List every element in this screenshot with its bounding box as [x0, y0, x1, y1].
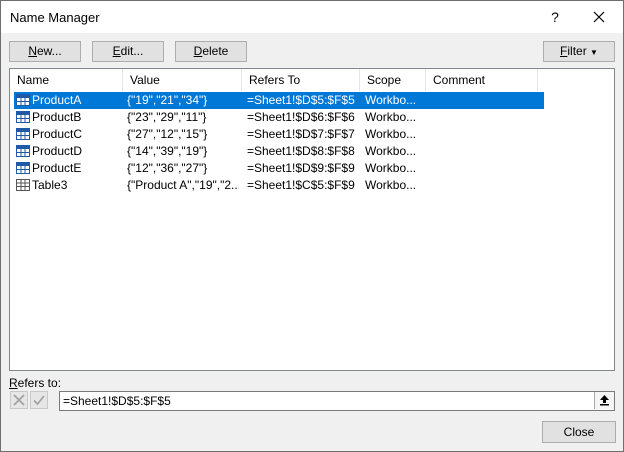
refers-to-input[interactable]: =Sheet1!$D$5:$F$5 — [59, 391, 615, 411]
dialog-title: Name Manager — [10, 10, 100, 25]
list-item[interactable]: ProductD {"14","39","19"} =Sheet1!$D$8:$… — [14, 143, 544, 160]
refers-to-label: Refers to: — [9, 376, 61, 390]
row-name: Table3 — [32, 178, 68, 192]
refers-to-accel: R — [9, 376, 18, 390]
delete-button-label: elete — [202, 44, 229, 58]
delete-button-accel: D — [193, 44, 203, 58]
named-range-icon — [16, 162, 30, 174]
row-comment — [431, 92, 541, 109]
row-value: {"12","36","27"} — [127, 161, 208, 175]
list-rows: ProductA {"19","21","34"} =Sheet1!$D$5:$… — [14, 92, 544, 194]
named-range-icon — [16, 145, 30, 157]
row-scope: Workbo... — [365, 144, 417, 158]
row-comment — [431, 126, 541, 143]
row-refers-to: =Sheet1!$D$5:$F$5 — [247, 93, 355, 107]
row-name: ProductB — [32, 110, 82, 124]
title-bar: Name Manager ? — [1, 1, 623, 33]
help-button[interactable]: ? — [541, 5, 569, 29]
named-range-icon — [16, 94, 30, 106]
row-name: ProductE — [32, 161, 82, 175]
filter-button-label: ilter — [567, 44, 587, 58]
column-header-scope[interactable]: Scope — [360, 69, 426, 91]
edit-button-label: dit... — [120, 44, 144, 58]
list-item[interactable]: ProductA {"19","21","34"} =Sheet1!$D$5:$… — [14, 92, 544, 109]
row-comment — [431, 109, 541, 126]
row-refers-to: =Sheet1!$D$6:$F$6 — [247, 110, 355, 124]
column-header-refers-to[interactable]: Refers To — [242, 69, 360, 91]
row-scope: Workbo... — [365, 178, 417, 192]
cancel-x-icon — [13, 394, 25, 406]
collapse-arrow-icon — [600, 395, 609, 406]
row-refers-to: =Sheet1!$D$8:$F$8 — [247, 144, 355, 158]
list-item[interactable]: ProductB {"23","29","11"} =Sheet1!$D$6:$… — [14, 109, 544, 126]
row-value: {"23","29","11"} — [127, 110, 207, 124]
table-icon — [16, 179, 30, 191]
row-name: ProductA — [32, 93, 82, 107]
row-comment — [431, 160, 541, 177]
refers-to-value: =Sheet1!$D$5:$F$5 — [63, 394, 171, 408]
row-name: ProductC — [32, 127, 83, 141]
close-button[interactable]: Close — [542, 421, 616, 443]
row-scope: Workbo... — [365, 127, 417, 141]
name-manager-dialog: Name Manager ? New... Edit... Delete Fil… — [0, 0, 624, 452]
refers-to-label-text: efers to: — [17, 376, 62, 390]
named-range-icon — [16, 111, 30, 123]
chevron-down-icon: ▼ — [590, 48, 598, 57]
row-scope: Workbo... — [365, 110, 417, 124]
column-header-comment[interactable]: Comment — [426, 69, 538, 91]
edit-button-accel: E — [112, 44, 121, 58]
new-button-label: ew... — [36, 44, 62, 58]
delete-button[interactable]: Delete — [175, 41, 247, 62]
new-button-accel: N — [28, 44, 37, 58]
row-refers-to: =Sheet1!$D$7:$F$7 — [247, 127, 355, 141]
row-name: ProductD — [32, 144, 83, 158]
list-header: Name Value Refers To Scope Comment — [10, 69, 614, 91]
names-list[interactable]: Name Value Refers To Scope Comment Produ… — [9, 68, 615, 371]
close-icon — [593, 11, 605, 23]
close-window-button[interactable] — [585, 5, 613, 29]
edit-button[interactable]: Edit... — [92, 41, 164, 62]
row-value: {"14","39","19"} — [127, 144, 208, 158]
list-item[interactable]: ProductE {"12","36","27"} =Sheet1!$D$9:$… — [14, 160, 544, 177]
check-icon — [33, 395, 45, 406]
list-item[interactable]: Table3 {"Product A","19","2... =Sheet1!$… — [14, 177, 544, 194]
row-value: {"27","12","15"} — [127, 127, 208, 141]
filter-button[interactable]: Filter ▼ — [543, 41, 615, 62]
column-header-value[interactable]: Value — [123, 69, 242, 91]
row-value: {"Product A","19","2... — [127, 178, 239, 192]
row-comment — [431, 177, 541, 194]
new-button[interactable]: New... — [9, 41, 81, 62]
row-refers-to: =Sheet1!$D$9:$F$9 — [247, 161, 355, 175]
cancel-edit-button[interactable] — [10, 391, 28, 409]
row-scope: Workbo... — [365, 161, 417, 175]
row-comment — [431, 143, 541, 160]
confirm-edit-button[interactable] — [30, 391, 48, 409]
list-item[interactable]: ProductC {"27","12","15"} =Sheet1!$D$7:$… — [14, 126, 544, 143]
row-value: {"19","21","34"} — [127, 93, 208, 107]
row-refers-to: =Sheet1!$C$5:$F$9 — [247, 178, 355, 192]
row-scope: Workbo... — [365, 93, 417, 107]
collapse-dialog-button[interactable] — [594, 392, 614, 409]
named-range-icon — [16, 128, 30, 140]
column-header-name[interactable]: Name — [10, 69, 123, 91]
